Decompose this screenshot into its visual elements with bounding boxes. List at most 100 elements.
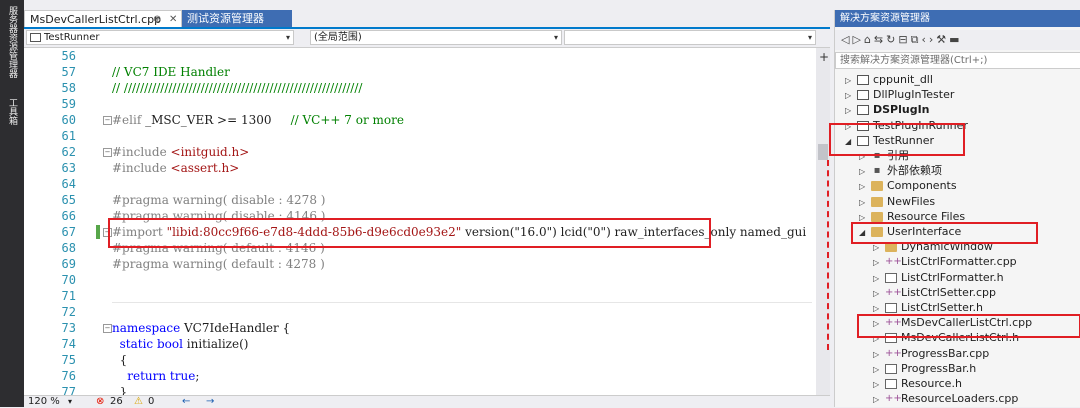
expand-icon[interactable]: ▷ (873, 271, 885, 286)
pin-icon[interactable]: ▬ (949, 33, 962, 46)
pin-icon[interactable]: ⊕ (153, 11, 161, 28)
code-token: <assert.h> (170, 161, 240, 175)
tree-item[interactable]: ▷ ++ProgressBar.cpp (873, 346, 989, 361)
tree-item[interactable]: ▷ ++ListCtrlFormatter.cpp (873, 254, 1017, 269)
line-number: 60 (61, 113, 76, 127)
tree-item[interactable]: ▷ DllPlugInTester (845, 87, 954, 102)
tree-item[interactable]: ▷ ListCtrlFormatter.h (873, 270, 1004, 285)
scope-dropdown[interactable]: (全局范围) ▾ (310, 30, 562, 45)
server-explorer-tab[interactable]: 服务器资源管理器 (4, 6, 20, 78)
cpp-file-icon: ++ (885, 286, 902, 298)
cpp-file-icon: ++ (885, 347, 902, 359)
expand-icon[interactable]: ▷ (845, 88, 857, 103)
header-file-icon (885, 363, 897, 374)
warning-count[interactable]: 0 (148, 396, 154, 408)
chevron-down-icon: ▾ (807, 33, 812, 42)
left-tool-strip: 服务器资源管理器 工具箱 (0, 0, 24, 407)
project-icon (857, 75, 869, 85)
line-number: 77 (61, 385, 76, 395)
line-number: 69 (61, 257, 76, 271)
solution-explorer: 解决方案资源管理器 ◁▷⌂⇆↻⊟⧉‹›⚒▬ 搜索解决方案资源管理器(Ctrl+;… (829, 10, 1080, 407)
chevron-down-icon[interactable]: ▾ (68, 396, 72, 408)
code-token: static bool (119, 337, 183, 351)
tab-label: 测试资源管理器 (187, 12, 264, 25)
code-line: // VC7 IDE Handler (112, 64, 230, 80)
code-line: #pragma warning( disable : 4278 ) (112, 192, 325, 208)
back-icon[interactable]: ◁ (841, 33, 852, 46)
solution-explorer-search-input[interactable]: 搜索解决方案资源管理器(Ctrl+;) (835, 52, 1080, 69)
line-number: 73 (61, 321, 76, 335)
tree-item[interactable]: ▷ Components (859, 178, 957, 193)
tree-item[interactable]: ▷ ListCtrlSetter.h (873, 300, 983, 315)
tree-item[interactable]: ▷ cppunit_dll (845, 72, 933, 87)
line-number: 62 (61, 145, 76, 159)
tab-test-explorer[interactable]: 测试资源管理器 (182, 10, 292, 27)
tree-item[interactable]: ▷ NewFiles (859, 194, 935, 209)
forward-icon[interactable]: ▷ (852, 33, 863, 46)
tree-item-label: ProgressBar.cpp (901, 346, 990, 360)
tab-msdevcallerlistctrl[interactable]: MsDevCallerListCtrl.cpp ⊕ ✕ (24, 10, 182, 27)
wrench-icon[interactable]: ⚒ (936, 33, 949, 46)
expand-icon[interactable]: ▷ (845, 73, 857, 88)
expand-icon[interactable]: ▷ (859, 195, 871, 210)
sync-icon[interactable]: ⇆ (874, 33, 886, 46)
fold-toggle[interactable]: − (103, 116, 112, 125)
line-number: 63 (61, 161, 76, 175)
folder-icon (871, 211, 883, 222)
annotation-box-testrunner (829, 123, 965, 156)
forward-arrow-icon[interactable]: → (206, 396, 214, 408)
home-icon[interactable]: ⌂ (864, 33, 874, 46)
tab-label: MsDevCallerListCtrl.cpp (30, 13, 162, 26)
expand-icon[interactable]: ▷ (873, 286, 885, 301)
line-number: 71 (61, 289, 76, 303)
toolbox-tab[interactable]: 工具箱 (4, 98, 20, 125)
code-token: } (112, 385, 128, 395)
tree-item[interactable]: ▷ DSPlugIn (845, 102, 930, 117)
refresh-icon[interactable]: ↻ (886, 33, 898, 46)
line-number: 61 (61, 129, 76, 143)
solution-explorer-title: 解决方案资源管理器 (835, 10, 1080, 27)
expand-icon[interactable]: ▷ (859, 179, 871, 194)
status-bar: 120 % ▾ ⊗ 26 ⚠ 0 ← → (24, 395, 830, 408)
tree-item[interactable]: ▷ Resource.h (873, 376, 962, 391)
tree-item[interactable]: ▷ ++ResourceLoaders.cpp (873, 391, 1018, 406)
tree-item[interactable]: ▷ ProgressBar.h (873, 361, 976, 376)
fold-toggle[interactable]: − (103, 324, 112, 333)
collapse-icon[interactable]: ⊟ (898, 33, 910, 46)
header-file-icon (885, 272, 897, 283)
tree-item[interactable]: ▷ ▪ 外部依赖项 (859, 163, 942, 178)
chevron-down-icon: ▾ (553, 33, 558, 42)
expand-icon[interactable]: ▷ (873, 377, 885, 392)
view-icon[interactable]: ⧉ (911, 33, 922, 46)
expand-icon[interactable]: ▷ (845, 103, 857, 118)
split-icon[interactable]: + (819, 50, 829, 64)
member-dropdown[interactable]: ▾ (564, 30, 816, 45)
expand-icon[interactable]: ▷ (873, 362, 885, 377)
tree-item[interactable]: ▷ ++ListCtrlSetter.cpp (873, 285, 996, 300)
project-dropdown[interactable]: TestRunner ▾ (26, 30, 294, 45)
line-number: 65 (61, 193, 76, 207)
expand-icon[interactable]: ▷ (873, 392, 885, 407)
code-line: return true; (112, 368, 199, 384)
code-icon[interactable]: ‹› (921, 33, 936, 46)
zoom-level[interactable]: 120 % (28, 396, 60, 408)
expand-icon[interactable]: ▷ (873, 347, 885, 362)
expand-icon[interactable]: ▷ (859, 164, 871, 179)
line-number: 67 (61, 225, 76, 239)
error-icon: ⊗ (96, 396, 105, 407)
error-count[interactable]: 26 (110, 396, 123, 408)
close-icon[interactable]: ✕ (169, 11, 177, 28)
tree-item-label: ListCtrlFormatter.h (901, 270, 1004, 284)
expand-icon[interactable]: ▷ (873, 255, 885, 270)
code-token: namespace (112, 321, 181, 335)
fold-toggle[interactable]: − (103, 148, 112, 157)
annotation-box-msdevcallerlistctrl (857, 314, 1080, 338)
scrollbar-thumb[interactable] (818, 144, 828, 160)
code-token: #include (112, 161, 171, 175)
tree-item-label: NewFiles (887, 194, 936, 208)
back-arrow-icon[interactable]: ← (182, 396, 190, 408)
line-number: 76 (61, 369, 76, 383)
tree-item-label: 外部依赖项 (887, 164, 942, 178)
code-editor[interactable]: 56 57 58 59 60 61 62 63 64 65 66 67 68 69 70 71 72 73 74 75… (24, 48, 816, 395)
code-token: initialize() (182, 337, 249, 351)
